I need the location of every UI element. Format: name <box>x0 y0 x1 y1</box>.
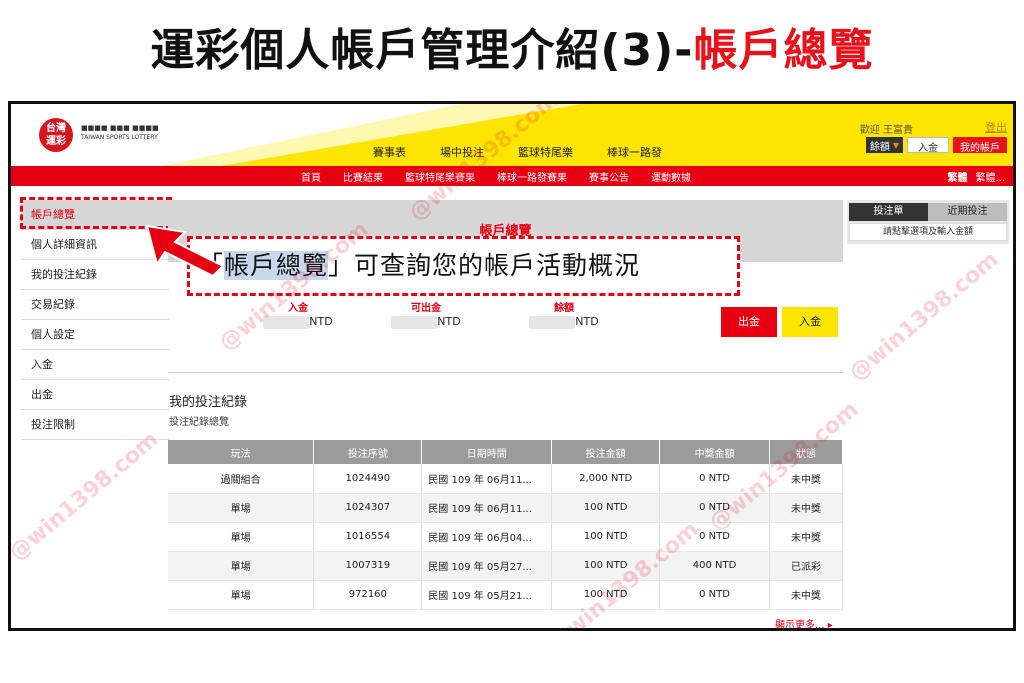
headline-black: 運彩個人帳戶管理介紹(3)- <box>150 25 694 76</box>
top-nav-schedule[interactable]: 賽事表 <box>373 144 406 160</box>
col-header[interactable]: 狀態 <box>769 440 843 464</box>
table-row[interactable]: 單場 1024307 民國 109 年 06月11... 100 NTD 0 N… <box>168 493 843 523</box>
chevron-right-icon: ▸ <box>827 620 833 631</box>
logo-text: ■■■■ ■■■ ■■■■ TAIWAN SPORTS LOTTERY <box>81 124 159 141</box>
page-headline: 運彩個人帳戶管理介紹(3)-帳戶總覽 <box>0 14 1024 78</box>
logo-icon[interactable]: 台灣 運彩 <box>39 118 73 152</box>
divider <box>168 372 843 373</box>
nav-results[interactable]: 比賽結果 <box>343 169 383 184</box>
site-header: 台灣 運彩 ■■■■ ■■■ ■■■■ TAIWAN SPORTS LOTTERY … <box>11 104 1013 166</box>
logout-link[interactable]: 登出 <box>985 119 1007 135</box>
headline-red: 帳戶總覽 <box>693 25 874 76</box>
show-more-link[interactable]: 顯示更多... ▸ <box>775 616 833 631</box>
nav-home[interactable]: 首頁 <box>301 169 321 184</box>
deposit-button[interactable]: 入金 <box>782 307 838 337</box>
account-summary: 入金 NTD 可出金 NTD 餘額 NTD 出金 入金 <box>168 297 843 369</box>
betslip-tabs: 投注單 近期投注 <box>849 203 1007 221</box>
screenshot-frame: 台灣 運彩 ■■■■ ■■■ ■■■■ TAIWAN SPORTS LOTTERY … <box>8 101 1016 631</box>
top-nav-basketball[interactable]: 籃球特尾樂 <box>518 144 573 160</box>
records-title: 我的投注紀錄 <box>169 395 248 410</box>
balance-select[interactable]: 餘額 ▼ <box>865 137 903 153</box>
summary-balance: 餘額 NTD <box>504 299 624 329</box>
watermark: @win1398.com <box>844 247 1004 386</box>
red-arrow-icon <box>145 224 225 278</box>
col-header[interactable]: 投注序號 <box>313 440 423 464</box>
withdraw-button[interactable]: 出金 <box>721 307 777 337</box>
sidebar-item-transactions[interactable]: 交易紀錄 <box>21 290 169 320</box>
table-row[interactable]: 單場 972160 民國 109 年 05月21... 100 NTD 0 NT… <box>168 580 843 610</box>
chevron-down-icon: ▼ <box>892 140 899 150</box>
sidebar-item-bet-limits[interactable]: 投注限制 <box>21 410 169 440</box>
sidebar-item-withdraw[interactable]: 出金 <box>21 380 169 410</box>
col-header[interactable]: 日期時間 <box>421 440 553 464</box>
main-nav: 首頁 比賽結果 籃球特尾樂賽果 棒球一路發賽果 賽事公告 運動數據 繁體 繁體..… <box>11 166 1013 186</box>
betslip-hint: 請點擊選項及輸入金額 <box>849 223 1007 241</box>
header-deposit-button[interactable]: 入金 <box>907 137 949 154</box>
watermark: @win1398.com <box>8 427 164 566</box>
top-nav-live[interactable]: 場中投注 <box>440 144 484 160</box>
table-row[interactable]: 過關組合 1024490 民國 109 年 06月11... 2,000 NTD… <box>168 464 843 494</box>
nav-basketball-results[interactable]: 籃球特尾樂賽果 <box>405 169 475 184</box>
nav-baseball-results[interactable]: 棒球一路發賽果 <box>497 169 567 184</box>
nav-announcements[interactable]: 賽事公告 <box>589 169 629 184</box>
col-header[interactable]: 中獎金額 <box>659 440 771 464</box>
col-header[interactable]: 玩法 <box>168 440 315 464</box>
tab-recent-bets[interactable]: 近期投注 <box>928 203 1007 221</box>
records-subtitle: 投注紀錄總覽 <box>169 417 229 428</box>
tab-betslip[interactable]: 投注單 <box>849 203 928 221</box>
masked-value <box>529 315 576 329</box>
top-nav: 賽事表 場中投注 籃球特尾樂 棒球一路發 <box>373 144 696 160</box>
table-row[interactable]: 單場 1016554 民國 109 年 06月04... 100 NTD 0 N… <box>168 522 843 552</box>
masked-value <box>263 315 310 329</box>
callout-highlight: 帳戶總覽 <box>224 251 329 280</box>
welcome-text: 歡迎 王富貴 <box>859 125 913 136</box>
language-selector[interactable]: 繁體 繁體... <box>947 169 1005 184</box>
bet-records-table: 玩法 投注序號 日期時間 投注金額 中獎金額 狀態 過關組合 1024490 民… <box>168 440 843 610</box>
summary-withdrawable: 可出金 NTD <box>366 299 486 329</box>
table-row[interactable]: 單場 1007319 民國 109 年 05月27... 100 NTD 400… <box>168 551 843 581</box>
top-nav-baseball[interactable]: 棒球一路發 <box>607 144 662 160</box>
my-account-button[interactable]: 我的帳戶 <box>953 137 1007 154</box>
balance-row: 餘額 ▼ 入金 我的帳戶 <box>865 137 1007 154</box>
nav-sports-data[interactable]: 運動數據 <box>651 169 691 184</box>
summary-deposit: 入金 NTD <box>238 299 358 329</box>
masked-value <box>391 315 438 329</box>
callout-box: 「帳戶總覽」可查詢您的帳戶活動概況 <box>187 236 740 296</box>
sidebar-item-deposit[interactable]: 入金 <box>21 350 169 380</box>
col-header[interactable]: 投注金額 <box>551 440 661 464</box>
sidebar-item-settings[interactable]: 個人設定 <box>21 320 169 350</box>
